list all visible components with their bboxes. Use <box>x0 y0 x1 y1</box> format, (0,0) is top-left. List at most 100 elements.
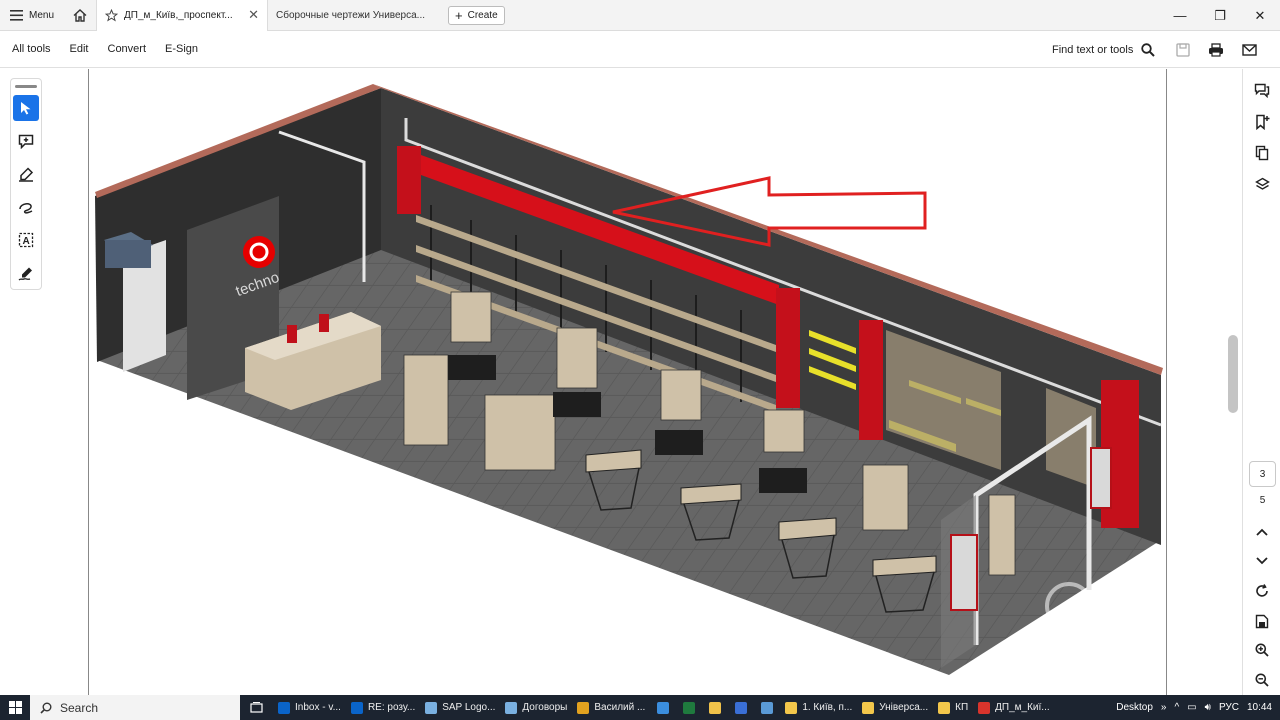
taskbar-app-13[interactable]: ДП_м_Киї... <box>973 695 1054 720</box>
taskbar-app-label: Василий ... <box>594 702 646 713</box>
store-3d-drawing: techno Rabotniki.UA <box>95 84 1166 689</box>
find-tools[interactable]: Find text or tools <box>1052 31 1156 68</box>
app-icon <box>785 701 798 714</box>
menu-all-tools[interactable]: All tools <box>12 43 51 55</box>
draw-tool[interactable] <box>13 194 39 220</box>
minimize-icon[interactable]: — <box>1160 0 1200 31</box>
zoom-in-button[interactable] <box>1251 639 1273 661</box>
zoom-in-icon <box>1255 643 1269 657</box>
create-button[interactable]: + Create <box>448 5 505 25</box>
windows-logo-icon <box>8 701 22 714</box>
text-select-tool[interactable]: A <box>13 227 39 253</box>
taskbar-search[interactable]: Search <box>30 695 240 720</box>
vertical-scrollbar[interactable] <box>1228 335 1238 413</box>
home-button[interactable] <box>64 0 96 31</box>
document-save-icon <box>1255 614 1269 628</box>
previous-page-button[interactable] <box>1251 521 1273 543</box>
tab-document-2[interactable]: Сборочные чертежи Универса... <box>268 0 438 31</box>
app-icon <box>735 701 748 714</box>
taskbar-app-1[interactable]: RE: розу... <box>346 695 420 720</box>
comment-add-icon <box>18 134 34 149</box>
select-tool[interactable] <box>13 95 39 121</box>
app-icon <box>938 701 951 714</box>
save-page-button[interactable] <box>1251 610 1273 632</box>
save-icon[interactable] <box>1176 42 1190 57</box>
taskbar-app-7[interactable] <box>702 695 728 720</box>
search-icon <box>40 702 52 714</box>
windows-taskbar: Search Inbox - v... RE: розу... SAP Logo..… <box>0 695 1280 720</box>
taskbar-app-10[interactable]: 1. Київ, п... <box>780 695 857 720</box>
total-pages: 5 <box>1259 495 1266 506</box>
comments-panel-button[interactable] <box>1251 79 1273 101</box>
chevron-up-icon[interactable]: » <box>1161 702 1167 713</box>
taskbar-app-11[interactable]: Універса... <box>857 695 933 720</box>
taskbar-app-6[interactable] <box>676 695 702 720</box>
menu-edit[interactable]: Edit <box>70 43 89 55</box>
next-page-button[interactable] <box>1251 550 1273 572</box>
desktop-toolbar[interactable]: Desktop <box>1116 702 1153 713</box>
right-rail: 3 5 <box>1242 69 1280 695</box>
home-icon <box>73 8 87 22</box>
current-page-field[interactable]: 3 <box>1249 461 1276 487</box>
app-icon <box>657 701 670 714</box>
bookmarks-button[interactable] <box>1251 111 1273 133</box>
start-button[interactable] <box>0 695 30 720</box>
layers-button[interactable] <box>1251 173 1273 195</box>
pages-icon <box>1255 145 1269 161</box>
zoom-out-icon <box>1255 673 1269 687</box>
task-view-button[interactable] <box>240 695 273 720</box>
taskbar-app-12[interactable]: КП <box>933 695 973 720</box>
text-box-icon: A <box>18 232 34 248</box>
app-icon <box>862 701 875 714</box>
find-label: Find text or tools <box>1052 43 1134 56</box>
taskbar-app-3[interactable]: Договоры <box>500 695 572 720</box>
taskbar-app-label: ДП_м_Киї... <box>995 702 1050 713</box>
highlighter-icon <box>19 166 34 182</box>
taskbar-app-8[interactable] <box>728 695 754 720</box>
close-window-icon[interactable]: ✕ <box>1240 0 1280 31</box>
tab-document-1[interactable]: ДП_м_Київ,_проспект... ✕ <box>96 0 269 31</box>
taskbar-app-label: RE: розу... <box>367 702 416 713</box>
add-comment-tool[interactable] <box>13 128 39 154</box>
zoom-out-button[interactable] <box>1251 669 1273 691</box>
tray-overflow-icon[interactable]: ^ <box>1174 702 1179 713</box>
menu-button[interactable]: Menu <box>0 0 64 31</box>
close-tab-icon[interactable]: ✕ <box>248 7 259 23</box>
highlight-tool[interactable] <box>13 161 39 187</box>
menu-convert[interactable]: Convert <box>108 43 147 55</box>
taskbar-app-9[interactable] <box>754 695 780 720</box>
search-label: Search <box>60 700 99 715</box>
app-icon <box>978 701 991 714</box>
task-view-icon <box>250 701 263 713</box>
star-icon[interactable] <box>105 8 119 22</box>
app-icon <box>683 701 696 714</box>
pages-button[interactable] <box>1251 142 1273 164</box>
maximize-icon[interactable]: ❐ <box>1200 0 1240 31</box>
toolbar-grip[interactable] <box>15 85 37 88</box>
print-icon[interactable] <box>1208 42 1224 57</box>
taskbar-app-2[interactable]: SAP Logo... <box>420 695 500 720</box>
taskbar-app-4[interactable]: Василий ... <box>572 695 650 720</box>
document-page[interactable]: techno Rabotniki.UA <box>88 69 1167 695</box>
banner <box>859 320 883 440</box>
svg-text:A: A <box>23 236 30 247</box>
plus-icon: + <box>455 7 463 23</box>
language-indicator[interactable]: РУС <box>1219 702 1239 713</box>
app-icon <box>350 701 363 714</box>
menu-e-sign[interactable]: E-Sign <box>165 43 198 55</box>
create-label: Create <box>467 9 498 21</box>
window-controls: — ❐ ✕ <box>1160 0 1280 31</box>
title-bar: Menu ДП_м_Київ,_проспект... ✕ Сборочные … <box>0 0 1280 31</box>
clock[interactable]: 10:44 <box>1247 702 1272 713</box>
app-icon <box>505 701 518 714</box>
network-icon[interactable]: ▭ <box>1187 702 1196 713</box>
sign-tool[interactable] <box>13 260 39 286</box>
volume-icon[interactable]: 🔊︎ <box>1205 702 1211 713</box>
taskbar-app-0[interactable]: Inbox - v... <box>273 695 346 720</box>
taskbar-app-5[interactable] <box>650 695 676 720</box>
tab-title: Сборочные чертежи Универса... <box>276 9 426 21</box>
email-icon[interactable] <box>1242 43 1257 56</box>
rotate-button[interactable] <box>1251 580 1273 602</box>
brand-logo-icon <box>243 236 275 268</box>
bookmark-add-icon <box>1255 114 1269 130</box>
